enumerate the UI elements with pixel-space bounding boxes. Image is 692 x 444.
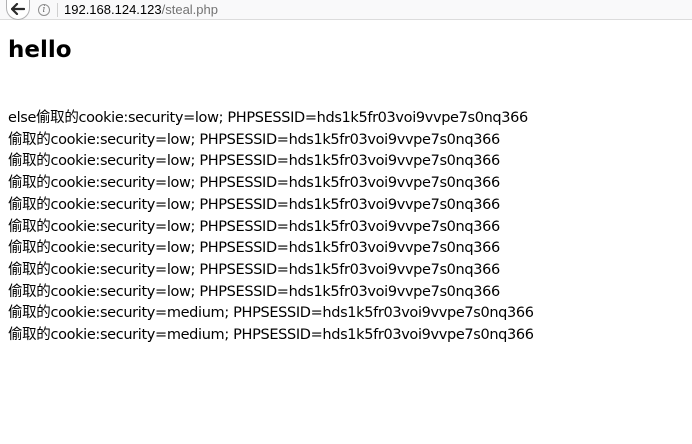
cookie-line: 偷取的cookie:security=low; PHPSESSID=hds1k5…	[8, 283, 500, 300]
page-heading: hello	[8, 37, 72, 63]
url-host: 192.168.124.123	[64, 1, 162, 17]
address-bar-url[interactable]: 192.168.124.123/steal.php	[64, 0, 218, 20]
browser-toolbar: i 192.168.124.123/steal.php	[0, 0, 692, 20]
cookie-line: 偷取的cookie:security=low; PHPSESSID=hds1k5…	[8, 131, 500, 148]
cookie-line: 偷取的cookie:security=low; PHPSESSID=hds1k5…	[8, 218, 500, 235]
cookie-line: 偷取的cookie:security=low; PHPSESSID=hds1k5…	[8, 196, 500, 213]
cookie-log: else偷取的cookie:security=low; PHPSESSID=hd…	[8, 108, 534, 347]
cookie-line: 偷取的cookie:security=low; PHPSESSID=hds1k5…	[8, 175, 500, 192]
cookie-line: 偷取的cookie:security=low; PHPSESSID=hds1k5…	[8, 153, 500, 170]
back-button[interactable]	[6, 0, 30, 20]
info-icon[interactable]: i	[38, 3, 50, 16]
toolbar-divider	[57, 2, 58, 17]
cookie-line: 偷取的cookie:security=medium; PHPSESSID=hds…	[8, 305, 534, 322]
url-path: /steal.php	[161, 1, 218, 17]
cookie-line: 偷取的cookie:security=low; PHPSESSID=hds1k5…	[8, 240, 500, 257]
cookie-line: 偷取的cookie:security=low; PHPSESSID=hds1k5…	[8, 261, 500, 278]
back-arrow-icon	[11, 3, 25, 15]
cookie-line: 偷取的cookie:security=medium; PHPSESSID=hds…	[8, 327, 534, 344]
cookie-line: else偷取的cookie:security=low; PHPSESSID=hd…	[8, 110, 528, 126]
